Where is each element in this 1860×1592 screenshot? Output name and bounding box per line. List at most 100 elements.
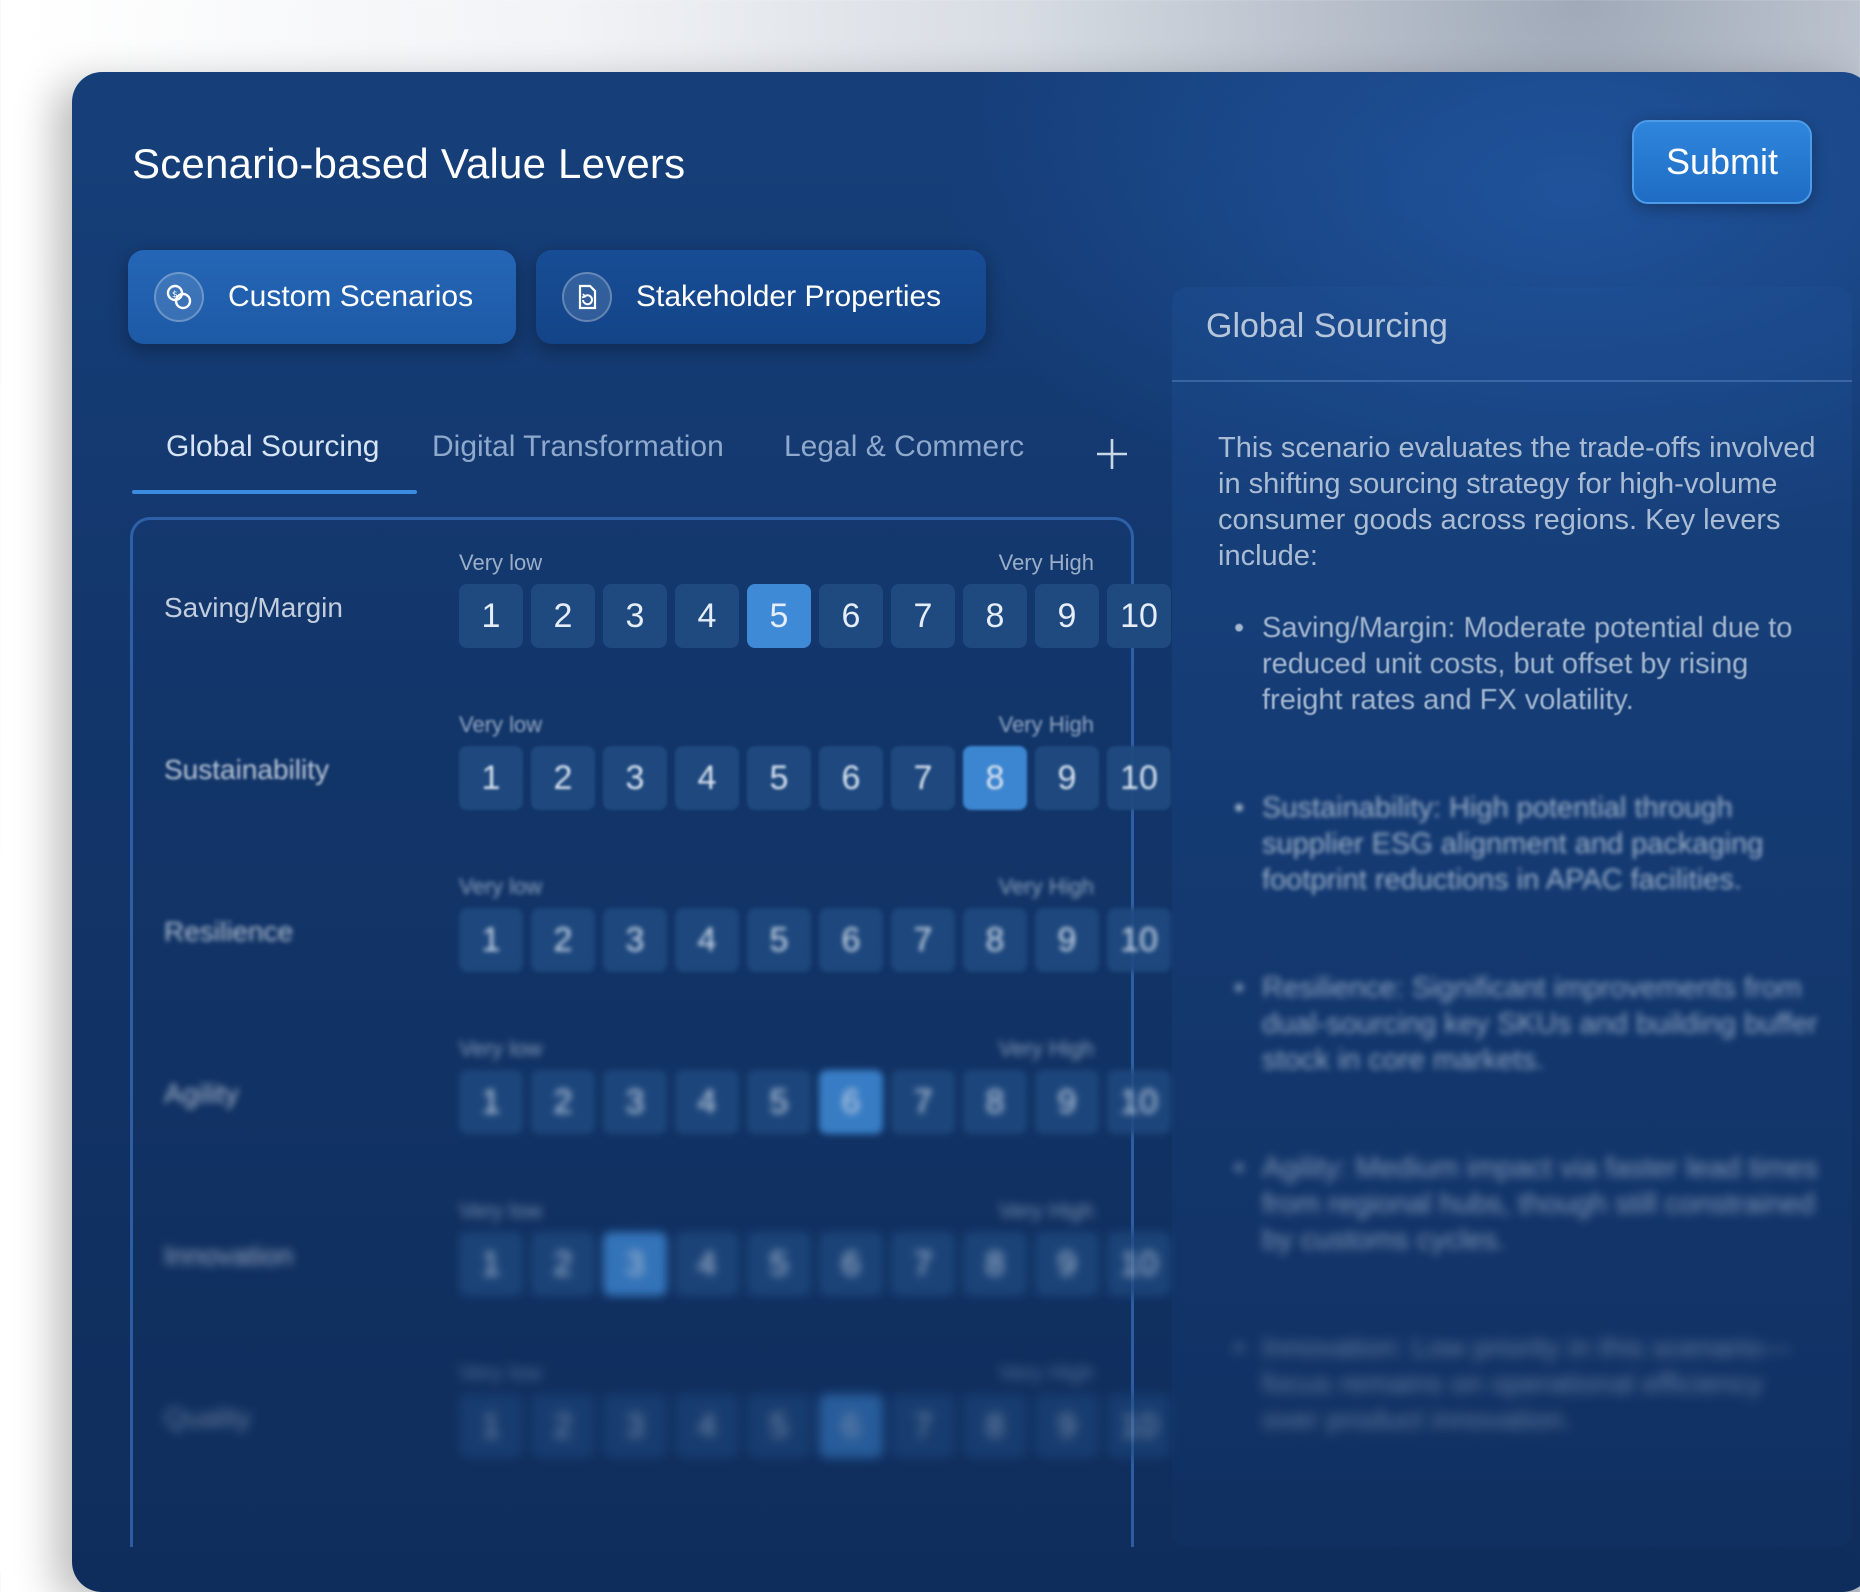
rating-option[interactable]: 6 (819, 908, 883, 972)
rating-option[interactable]: 4 (675, 908, 739, 972)
scale-low-label: Very low (459, 1036, 543, 1061)
rating-option[interactable]: 4 (675, 1232, 739, 1296)
rating-option[interactable]: 10 (1107, 908, 1171, 972)
tab-digital-transformation[interactable]: Digital Transformation (432, 430, 724, 464)
lever-note: Agility: Medium impact via faster lead t… (1234, 1150, 1822, 1258)
rating-option[interactable]: 1 (459, 1070, 523, 1134)
rating-option[interactable]: 7 (891, 1394, 955, 1458)
rating-option[interactable]: 3 (603, 908, 667, 972)
rating-option[interactable]: 5 (747, 1232, 811, 1296)
lever-name: Agility (164, 1078, 239, 1109)
divider (1172, 380, 1852, 382)
rating-option[interactable]: 3 (603, 1070, 667, 1134)
rating-option[interactable]: 9 (1035, 1232, 1099, 1296)
rating-option[interactable]: 9 (1035, 1070, 1099, 1134)
scale-high-label: Very High (998, 550, 1094, 575)
rating-option[interactable]: 8 (963, 908, 1027, 972)
rating-option[interactable]: 4 (675, 1070, 739, 1134)
rating-option[interactable]: 1 (459, 908, 523, 972)
lever-note: Resilience: Significant improvements fro… (1234, 970, 1822, 1078)
rating-option[interactable]: 8 (963, 1232, 1027, 1296)
scale-low-label: Very low (459, 1360, 543, 1385)
lever-note: Sustainability: High potential through s… (1234, 790, 1822, 898)
stakeholder-properties-label: Stakeholder Properties (636, 280, 942, 313)
stakeholder-properties-button[interactable]: Stakeholder Properties (536, 250, 986, 344)
lever-note: Saving/Margin: Moderate potential due to… (1234, 610, 1822, 718)
rating-option[interactable]: 7 (891, 1232, 955, 1296)
rating-option[interactable]: 3 (603, 584, 667, 648)
lever-note: Innovation: Low priority in this scenari… (1234, 1330, 1822, 1438)
rating-option[interactable]: 2 (531, 908, 595, 972)
rating-option[interactable]: 10 (1107, 1394, 1171, 1458)
rating-option[interactable]: 1 (459, 1232, 523, 1296)
add-tab-icon[interactable] (1094, 436, 1130, 472)
main-panel: Scenario-based Value Levers Submit $ Cus… (72, 72, 1860, 1592)
tab-global-sourcing[interactable]: Global Sourcing (166, 430, 379, 464)
lever-name: Sustainability (164, 754, 329, 785)
rating-option[interactable]: 5 (747, 746, 811, 810)
rating-option[interactable]: 9 (1035, 1394, 1099, 1458)
rating-option[interactable]: 3 (603, 1232, 667, 1296)
scale-high-label: Very High (998, 874, 1094, 899)
lever-name: Saving/Margin (164, 592, 343, 623)
svg-text:$: $ (172, 290, 178, 300)
custom-scenarios-label: Custom Scenarios (228, 280, 474, 313)
rating-option[interactable]: 10 (1107, 1070, 1171, 1134)
rating-option[interactable]: 1 (459, 746, 523, 810)
rating-option[interactable]: 4 (675, 584, 739, 648)
rating-option[interactable]: 2 (531, 746, 595, 810)
rating-option[interactable]: 7 (891, 1070, 955, 1134)
rating-option[interactable]: 2 (531, 1070, 595, 1134)
rating-option[interactable]: 5 (747, 908, 811, 972)
scale-low-label: Very low (459, 550, 543, 575)
rating-option[interactable]: 9 (1035, 746, 1099, 810)
lever-row: Sustainability Very low Very High 1 2 3 4 5 6 7 8 9… (164, 712, 1171, 822)
submit-button[interactable]: Submit (1632, 120, 1812, 204)
lever-row: Saving/Margin Very low Very High 1 2 3 4 5 6 7 8 9 1… (164, 550, 1171, 660)
rating-option[interactable]: 8 (963, 1394, 1027, 1458)
rating-option[interactable]: 4 (675, 1394, 739, 1458)
rating-option[interactable]: 3 (603, 1394, 667, 1458)
page-title: Scenario-based Value Levers (132, 140, 686, 187)
rating-option[interactable]: 6 (819, 746, 883, 810)
rating-option[interactable]: 6 (819, 1394, 883, 1458)
lever-name: Resilience (164, 916, 294, 947)
rating-option[interactable]: 1 (459, 1394, 523, 1458)
rating-option[interactable]: 8 (963, 1070, 1027, 1134)
rating-option[interactable]: 8 (963, 746, 1027, 810)
rating-option[interactable]: 2 (531, 1394, 595, 1458)
rating-option[interactable]: 9 (1035, 908, 1099, 972)
scale-low-label: Very low (459, 874, 543, 899)
lever-row: Quality Very low Very High 1 2 3 4 5 6 7 8 9 10 (164, 1360, 1171, 1470)
rating-option[interactable]: 6 (819, 584, 883, 648)
active-tab-indicator (132, 490, 417, 494)
rating-option[interactable]: 2 (531, 584, 595, 648)
rating-option[interactable]: 7 (891, 746, 955, 810)
document-refresh-icon (562, 272, 612, 322)
scale-high-label: Very High (998, 1036, 1094, 1061)
rating-option[interactable]: 9 (1035, 584, 1099, 648)
rating-option[interactable]: 5 (747, 1394, 811, 1458)
detail-description: This scenario evaluates the trade-offs i… (1218, 432, 1816, 572)
rating-option[interactable]: 6 (819, 1070, 883, 1134)
rating-option[interactable]: 6 (819, 1232, 883, 1296)
rating-option[interactable]: 7 (891, 908, 955, 972)
scale-low-label: Very low (459, 1198, 543, 1223)
rating-option[interactable]: 8 (963, 584, 1027, 648)
rating-option[interactable]: 5 (747, 584, 811, 648)
rating-option[interactable]: 3 (603, 746, 667, 810)
lever-row: Innovation Very low Very High 1 2 3 4 5 6 7 8 9 10 (164, 1198, 1171, 1308)
coins-icon: $ (154, 272, 204, 322)
rating-option[interactable]: 2 (531, 1232, 595, 1296)
rating-option[interactable]: 5 (747, 1070, 811, 1134)
rating-option[interactable]: 7 (891, 584, 955, 648)
rating-option[interactable]: 10 (1107, 1232, 1171, 1296)
custom-scenarios-button[interactable]: $ Custom Scenarios (128, 250, 516, 344)
rating-option[interactable]: 4 (675, 746, 739, 810)
rating-option[interactable]: 10 (1107, 584, 1171, 648)
rating-option[interactable]: 1 (459, 584, 523, 648)
scale-high-label: Very High (998, 1198, 1094, 1223)
rating-option[interactable]: 10 (1107, 746, 1171, 810)
tab-legal-commercial[interactable]: Legal & Commerc (784, 430, 1024, 464)
detail-title: Global Sourcing (1206, 307, 1448, 345)
